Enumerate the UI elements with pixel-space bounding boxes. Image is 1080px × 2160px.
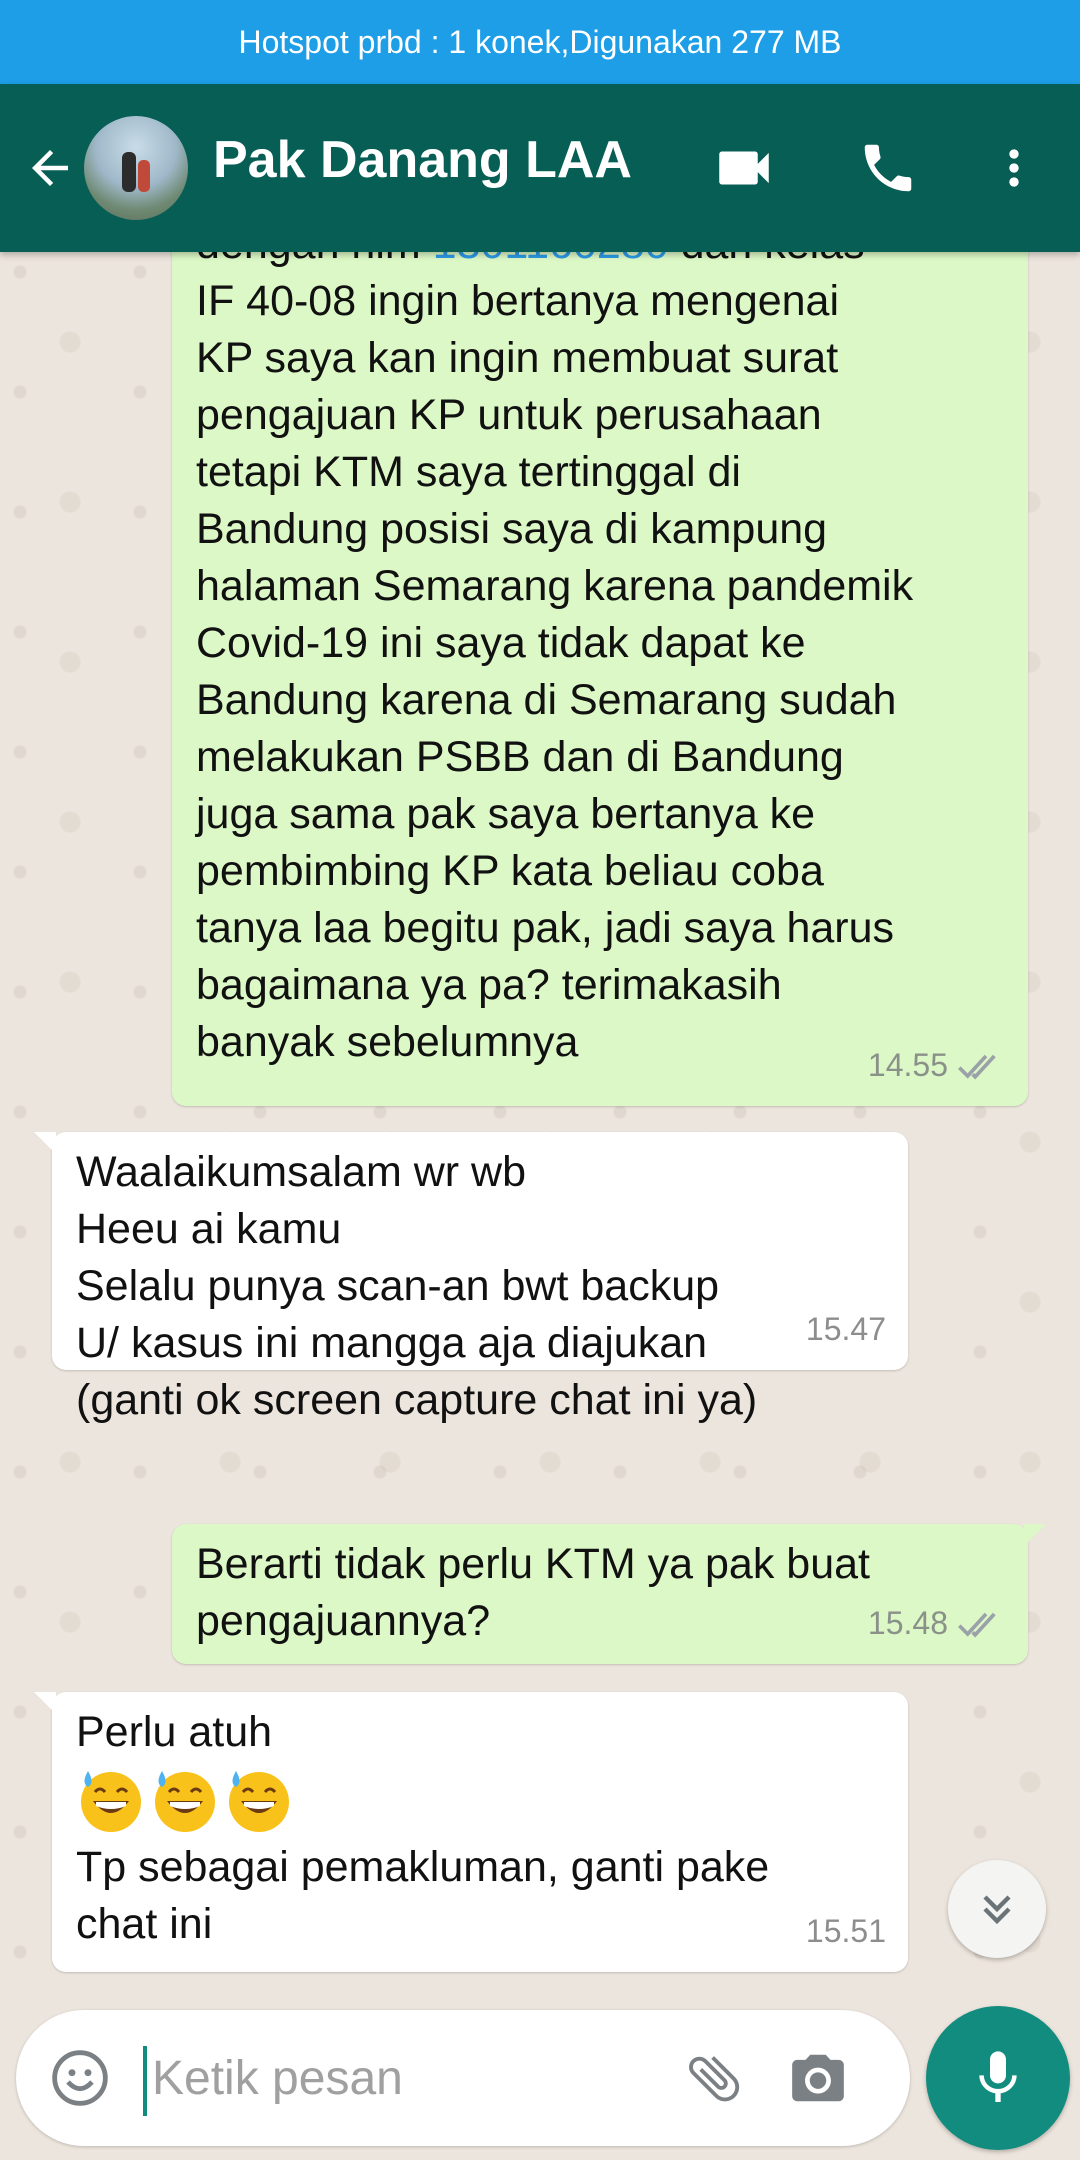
- chat-area[interactable]: dengan nim 1301160280 dari kelas IF 40-0…: [0, 252, 1080, 2000]
- emoji-row: [76, 1765, 884, 1835]
- message-time: 15.51: [805, 1913, 886, 1949]
- message-text: Waalaikumsalam wr wb Heeu ai kamu Selalu…: [76, 1148, 758, 1424]
- message-meta: 15.47: [806, 1301, 886, 1358]
- more-options-button[interactable]: [970, 124, 1058, 212]
- scroll-down-icon: [983, 1895, 1011, 1925]
- status-bar: Hotspot prbd : 1 konek,Digunakan 277 MB: [0, 0, 1080, 84]
- contact-name[interactable]: Pak Danang LAA: [213, 130, 632, 190]
- grinning-sweat-face-icon: [229, 1771, 289, 1832]
- voice-call-icon: [864, 144, 912, 192]
- contact-avatar[interactable]: [84, 116, 188, 220]
- double-check-icon: [958, 1612, 996, 1637]
- grinning-sweat-face-icon: [155, 1771, 215, 1832]
- emoji-button[interactable]: [42, 2040, 118, 2116]
- message-input[interactable]: [152, 2040, 652, 2116]
- message-outgoing[interactable]: dengan nim 1301160280 dari kelas IF 40-0…: [172, 252, 1028, 1106]
- message-meta: 14.55: [868, 1037, 1006, 1094]
- scroll-to-bottom-button[interactable]: [948, 1860, 1046, 1958]
- text-caret: [143, 2046, 147, 2116]
- back-button[interactable]: [18, 130, 82, 206]
- chat-header: Pak Danang LAA: [0, 84, 1080, 252]
- message-time: 14.55: [867, 1047, 948, 1083]
- video-call-icon: [719, 151, 769, 185]
- message-composer: [16, 2010, 910, 2146]
- message-text-top: Perlu atuh: [76, 1708, 273, 1756]
- message-outgoing[interactable]: Berarti tidak perlu KTM ya pak buat peng…: [172, 1524, 1046, 1664]
- back-arrow-icon: [32, 150, 68, 186]
- message-incoming[interactable]: Perlu atuh Tp sebagai pemakluman, ganti …: [34, 1692, 908, 1972]
- more-vert-icon: [1009, 149, 1019, 187]
- message-text: dengan nim 1301160280 dari kelas IF 40-0…: [196, 252, 1004, 1071]
- status-bar-text: Hotspot prbd : 1 konek,Digunakan 277 MB: [238, 23, 842, 60]
- camera-icon: [792, 2054, 844, 2102]
- attach-icon: [689, 2056, 740, 2102]
- mic-icon: [979, 2051, 1017, 2102]
- message-time: 15.47: [805, 1311, 886, 1347]
- double-check-icon: [958, 1054, 996, 1079]
- message-time: 15.48: [867, 1605, 948, 1641]
- message-incoming[interactable]: Waalaikumsalam wr wb Heeu ai kamu Selalu…: [34, 1132, 908, 1424]
- message-text-bottom: Tp sebagai pemakluman, ganti pake chat i…: [76, 1843, 770, 1948]
- voice-record-button[interactable]: [926, 2006, 1070, 2150]
- voice-call-button[interactable]: [844, 124, 932, 212]
- emoji-icon: [52, 2050, 108, 2106]
- phone-number-link[interactable]: 1301160280: [433, 252, 669, 268]
- message-meta: 15.51: [806, 1903, 886, 1960]
- message-meta: 15.48: [868, 1595, 1006, 1652]
- attach-button[interactable]: [676, 2040, 752, 2116]
- camera-button[interactable]: [780, 2040, 856, 2116]
- video-call-button[interactable]: [700, 124, 788, 212]
- grinning-sweat-face-icon: [81, 1771, 141, 1832]
